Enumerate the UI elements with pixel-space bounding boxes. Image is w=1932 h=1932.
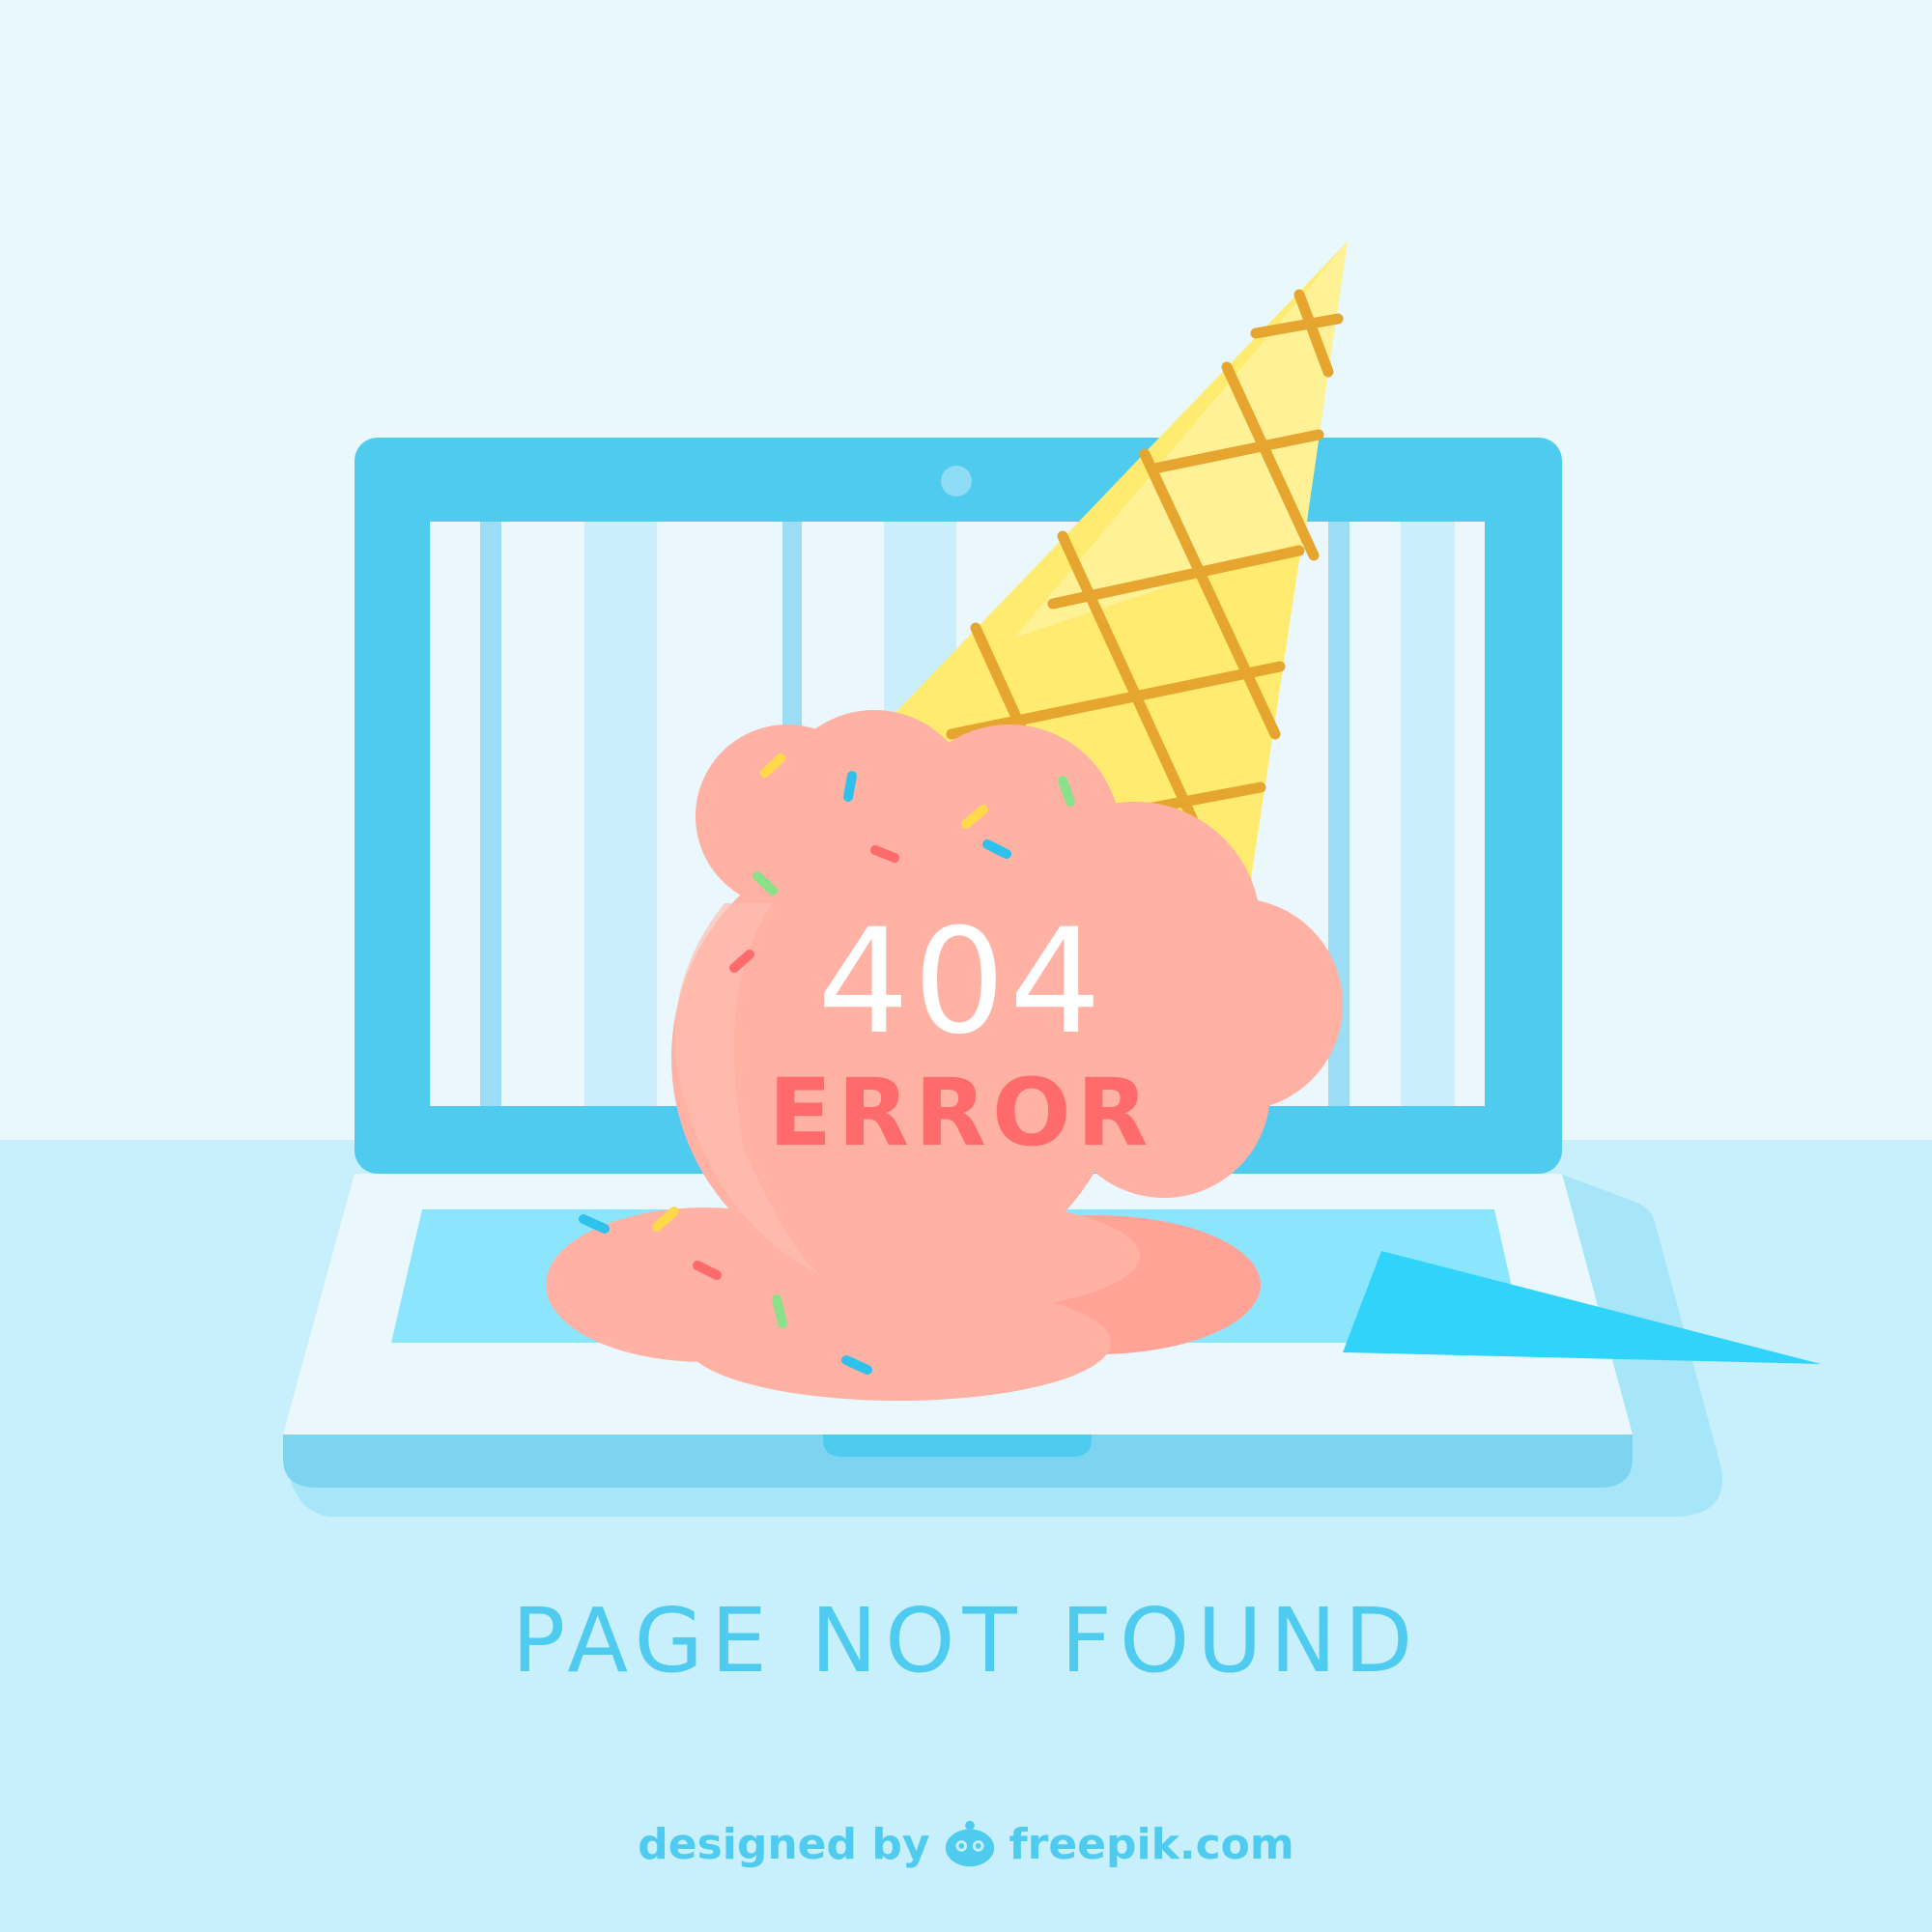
credit-prefix: designed by	[638, 1819, 930, 1869]
error-label: ERROR	[769, 1059, 1154, 1167]
designer-credit: designed by freepik.com	[0, 1816, 1932, 1872]
page-not-found-headline: PAGE NOT FOUND	[511, 1589, 1421, 1692]
credit-brand[interactable]: freepik.com	[1009, 1820, 1294, 1869]
freepik-logo-icon	[945, 1820, 994, 1867]
webcam-icon	[941, 466, 972, 497]
error-code: 404	[817, 898, 1105, 1066]
